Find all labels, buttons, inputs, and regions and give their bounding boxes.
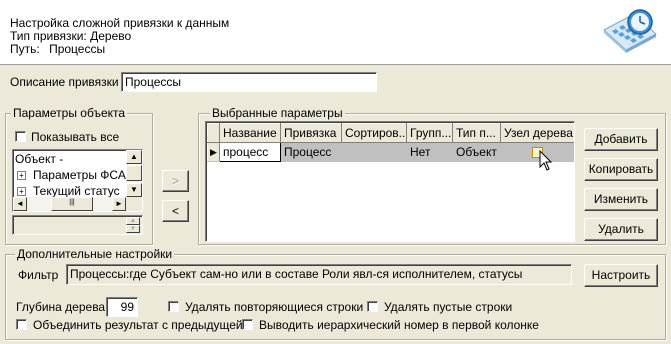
column-header-type[interactable]: Тип п...	[452, 123, 501, 143]
column-header-group[interactable]: Групп...	[406, 123, 453, 143]
selected-params-grid[interactable]: Название Привязка Сортиров... Групп... Т…	[205, 121, 575, 242]
binding-type-value: Дерево	[90, 29, 132, 43]
cell-binding[interactable]: Процесс	[280, 142, 342, 162]
filter-label: Фильтр	[18, 268, 59, 282]
spin-down-icon[interactable]: ▼	[126, 225, 140, 233]
remove-empty-rows-checkbox[interactable]	[367, 301, 378, 312]
show-all-label: Показывать все	[31, 130, 120, 144]
scroll-h-thumb[interactable]: |||	[51, 197, 93, 211]
description-label: Описание привязки	[10, 75, 119, 89]
row-indicator-header	[207, 123, 220, 143]
path-label: Путь:	[10, 42, 40, 56]
remove-duplicates-label: Удалять повторяющиеся строки	[185, 300, 364, 314]
add-button[interactable]: Добавить	[584, 128, 658, 151]
scroll-left-icon[interactable]: ◄	[13, 197, 27, 211]
selected-params-group-title: Выбранные параметры	[210, 106, 345, 120]
table-row[interactable]: ▶ процесс Процесс Нет Объект	[207, 142, 574, 162]
tree-item-label: Объект -	[15, 152, 64, 166]
expand-plus-icon[interactable]: +	[17, 171, 26, 180]
edit-button[interactable]: Изменить	[584, 188, 658, 211]
tree-horizontal-scrollbar[interactable]: ◄ ||| ►	[13, 197, 126, 211]
merge-result-checkbox[interactable]	[16, 319, 27, 330]
merge-result-label: Объединить результат с предыдущей	[33, 318, 243, 332]
depth-input[interactable]: 99	[106, 297, 138, 317]
column-header-sort[interactable]: Сортиров...	[341, 123, 407, 143]
param-spinner-field[interactable]: ▲ ▼	[12, 215, 143, 235]
tree-vertical-scrollbar[interactable]: ▲ ▼	[126, 150, 142, 197]
tree-item-fsa-params[interactable]: + Параметры ФСА	[17, 167, 126, 183]
description-input[interactable]: Процессы	[121, 72, 377, 92]
object-tree[interactable]: Объект - + Параметры ФСА + Текущий стату…	[12, 149, 143, 212]
remove-param-arrow-button[interactable]: <	[162, 200, 189, 222]
tree-item-label: Параметры ФСА	[33, 168, 126, 182]
depth-label: Глубина дерева	[16, 300, 106, 314]
delete-button[interactable]: Удалить	[584, 218, 658, 241]
show-all-checkbox[interactable]	[15, 131, 26, 142]
binding-type: Тип привязки: Дерево	[10, 29, 131, 43]
scroll-up-icon[interactable]: ▲	[126, 150, 142, 164]
configure-button[interactable]: Настроить	[584, 264, 658, 287]
scroll-thumb[interactable]	[126, 165, 142, 181]
scroll-down-icon[interactable]: ▼	[126, 183, 142, 197]
column-header-tree-node[interactable]: Узел дерева	[500, 123, 574, 143]
binding-type-label: Тип привязки:	[10, 29, 87, 43]
scroll-right-icon[interactable]: ►	[112, 197, 126, 211]
object-params-group-title: Параметры объекта	[11, 106, 128, 120]
remove-duplicates-checkbox[interactable]	[168, 301, 179, 312]
dialog-title: Настройка сложной привязки к данным	[10, 16, 230, 30]
cell-sort[interactable]	[341, 142, 407, 162]
copy-button[interactable]: Копировать	[584, 158, 658, 181]
header-panel: Настройка сложной привязки к данным Тип …	[0, 0, 671, 65]
remove-empty-rows-label: Удалять пустые строки	[384, 300, 513, 314]
table-header-row: Название Привязка Сортиров... Групп... Т…	[207, 123, 574, 143]
column-header-binding[interactable]: Привязка	[280, 123, 342, 143]
header-clock-calculator-icon	[600, 8, 658, 54]
cell-tree-node[interactable]	[500, 142, 574, 162]
tree-item-label: Текущий статус	[33, 184, 120, 198]
spin-up-icon[interactable]: ▲	[126, 217, 140, 225]
hierarchical-number-checkbox[interactable]	[242, 319, 253, 330]
expand-plus-icon[interactable]: +	[17, 187, 26, 196]
add-param-arrow-button[interactable]: >	[162, 170, 189, 192]
params-table: Название Привязка Сортиров... Групп... Т…	[207, 123, 574, 162]
path: Путь: Процессы	[10, 42, 105, 56]
cell-type[interactable]: Объект	[452, 142, 501, 162]
mouse-cursor-icon	[539, 149, 553, 172]
cell-name[interactable]: процесс	[219, 142, 281, 162]
path-value: Процессы	[49, 42, 106, 56]
scroll-corner	[126, 197, 142, 211]
additional-settings-group-title: Дополнительные настройки	[15, 247, 175, 261]
hierarchical-number-label: Выводить иерархический номер в первой ко…	[259, 318, 539, 332]
filter-field: Процессы:где Субъект сам-но или в состав…	[66, 264, 572, 285]
row-indicator-arrow-icon: ▶	[207, 142, 220, 162]
tree-item-object[interactable]: Объект -	[15, 151, 63, 167]
cell-group[interactable]: Нет	[406, 142, 453, 162]
column-header-name[interactable]: Название	[219, 123, 281, 143]
